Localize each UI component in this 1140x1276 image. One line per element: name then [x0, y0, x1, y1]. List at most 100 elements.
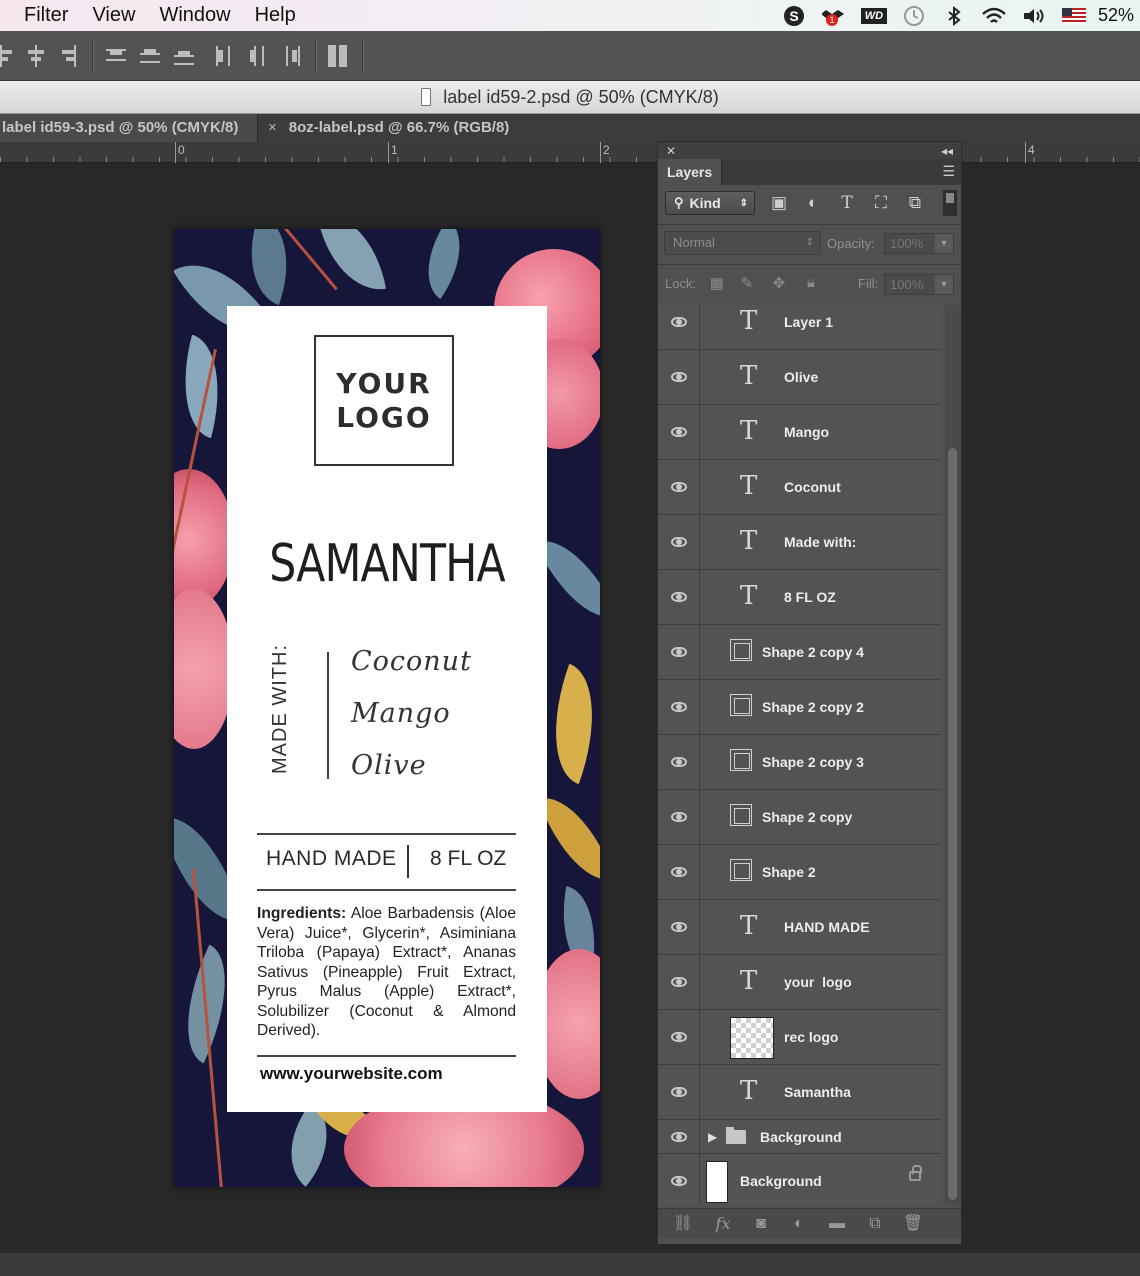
visibility-toggle[interactable] — [658, 790, 700, 844]
lock-all-icon[interactable]: 🔒︎ — [802, 274, 820, 292]
scrollbar-thumb[interactable] — [948, 448, 957, 1200]
website-text[interactable]: www.yourwebsite.com — [260, 1064, 443, 1084]
layer-row[interactable]: T Samantha — [658, 1065, 941, 1120]
distribute-hcenter-icon[interactable] — [246, 43, 270, 69]
lock-transparent-icon[interactable]: ▦ — [708, 274, 726, 292]
menu-help[interactable]: Help — [255, 4, 296, 27]
visibility-toggle[interactable] — [658, 735, 700, 789]
layer-row[interactable]: T HAND MADE — [658, 900, 941, 955]
visibility-toggle[interactable] — [658, 570, 700, 624]
layer-row[interactable]: Shape 2 copy — [658, 790, 941, 845]
time-machine-icon[interactable] — [894, 0, 934, 31]
layer-row[interactable]: Shape 2 copy 2 — [658, 680, 941, 735]
visibility-toggle[interactable] — [658, 845, 700, 899]
dropbox-icon[interactable]: 1 — [814, 0, 854, 31]
layer-row[interactable]: T Mango — [658, 405, 941, 460]
filter-kind-select[interactable]: ⚲ Kind ⇕ — [665, 191, 755, 215]
layer-row[interactable]: T Layer 1 — [658, 305, 941, 350]
visibility-toggle[interactable] — [658, 900, 700, 954]
lock-position-icon[interactable]: ✥ — [770, 274, 788, 292]
menu-filter[interactable]: Filter — [24, 4, 68, 27]
ingredient-olive[interactable]: Olive — [351, 750, 427, 781]
volume-icon[interactable] — [1014, 0, 1054, 31]
visibility-toggle[interactable] — [658, 515, 700, 569]
smart-object-filter-icon[interactable]: ⧉ — [904, 193, 926, 213]
us-flag-icon[interactable] — [1054, 0, 1094, 31]
layer-group-row[interactable]: ▶ Background — [658, 1120, 941, 1154]
brand-name[interactable]: SAMANTHA — [256, 534, 518, 594]
distribute-right-icon[interactable] — [280, 43, 304, 69]
layers-scrollbar[interactable] — [945, 305, 961, 1205]
new-group-icon[interactable]: ▬ — [826, 1215, 848, 1233]
bluetooth-icon[interactable] — [934, 0, 974, 31]
distribute-left-icon[interactable] — [212, 43, 236, 69]
auto-align-icon[interactable] — [326, 43, 350, 69]
made-with-label[interactable]: MADE WITH: — [269, 644, 292, 774]
layer-row[interactable]: T 8 FL OZ — [658, 570, 941, 625]
adjustment-filter-icon[interactable]: ◐ — [802, 193, 824, 213]
visibility-toggle[interactable] — [658, 1010, 700, 1064]
visibility-toggle[interactable] — [658, 1154, 700, 1205]
visibility-toggle[interactable] — [658, 1120, 700, 1153]
layer-row[interactable]: T Coconut — [658, 460, 941, 515]
ingredient-coconut[interactable]: Coconut — [351, 646, 472, 677]
distribute-vcenter-icon[interactable] — [138, 43, 162, 69]
align-left-icon[interactable] — [0, 43, 18, 69]
layer-row[interactable]: T Made with: — [658, 515, 941, 570]
wd-drive-icon[interactable]: WD — [854, 0, 894, 31]
layer-row[interactable]: Shape 2 copy 3 — [658, 735, 941, 790]
battery-percent[interactable]: 52% — [1098, 5, 1134, 26]
trash-icon[interactable]: 🗑︎ — [902, 1215, 924, 1233]
adjustment-layer-icon[interactable]: ◐ — [788, 1215, 810, 1233]
horizontal-ruler[interactable]: 0 1 2 4 — [0, 142, 1140, 163]
new-layer-icon[interactable]: ⧉ — [864, 1215, 886, 1233]
filter-toggle[interactable] — [943, 190, 957, 216]
ingredient-mango[interactable]: Mango — [351, 698, 451, 729]
align-right-icon[interactable] — [56, 43, 80, 69]
fx-icon[interactable]: fx — [712, 1215, 734, 1233]
chevron-down-icon[interactable]: ▼ — [935, 275, 953, 294]
distribute-bottom-icon[interactable] — [172, 43, 196, 69]
label-artwork[interactable]: YOUR LOGO SAMANTHA MADE WITH: Coconut Ma… — [174, 229, 600, 1187]
distribute-top-icon[interactable] — [104, 43, 128, 69]
opacity-input[interactable]: 100% ▼ — [884, 233, 954, 254]
tab-label-id59-3[interactable]: label id59-3.psd @ 50% (CMYK/8) — [0, 114, 258, 142]
layer-row[interactable]: Shape 2 — [658, 845, 941, 900]
menu-window[interactable]: Window — [159, 4, 230, 27]
visibility-toggle[interactable] — [658, 955, 700, 1009]
visibility-toggle[interactable] — [658, 350, 700, 404]
layer-row[interactable]: Shape 2 copy 4 — [658, 625, 941, 680]
ingredients-paragraph[interactable]: Ingredients: Aloe Barbadensis (Aloe Vera… — [257, 904, 516, 1041]
close-panel-icon[interactable]: ✕ — [666, 144, 676, 158]
pixel-filter-icon[interactable]: ▣ — [768, 193, 790, 213]
visibility-toggle[interactable] — [658, 680, 700, 734]
fill-input[interactable]: 100% ▼ — [884, 274, 954, 295]
visibility-toggle[interactable] — [658, 625, 700, 679]
type-filter-icon[interactable]: T — [836, 193, 858, 213]
logo-placeholder[interactable]: YOUR LOGO — [314, 335, 454, 466]
blend-mode-select[interactable]: Normal ⇕ — [664, 231, 821, 255]
expand-arrow-icon[interactable]: ▶ — [708, 1130, 717, 1144]
hand-made-text[interactable]: HAND MADE — [266, 847, 397, 871]
layer-row[interactable]: rec logo — [658, 1010, 941, 1065]
align-hcenter-icon[interactable] — [24, 43, 48, 69]
tab-8oz-label[interactable]: × 8oz-label.psd @ 66.7% (RGB/8) — [258, 114, 532, 142]
close-tab-icon[interactable]: × — [268, 119, 277, 136]
visibility-toggle[interactable] — [658, 1065, 700, 1119]
collapse-panel-icon[interactable]: ◂◂ — [941, 144, 953, 158]
layer-row[interactable]: Background — [658, 1154, 941, 1205]
chevron-down-icon[interactable]: ▼ — [935, 234, 953, 253]
add-mask-icon[interactable]: ◙ — [750, 1215, 772, 1233]
lock-pixels-icon[interactable]: ✎ — [738, 274, 756, 292]
size-text[interactable]: 8 FL OZ — [430, 847, 506, 871]
wifi-icon[interactable] — [974, 0, 1014, 31]
link-layers-icon[interactable]: ⛓ — [672, 1215, 694, 1233]
tab-layers[interactable]: Layers — [658, 159, 722, 185]
layer-row[interactable]: T Olive — [658, 350, 941, 405]
layer-row[interactable]: T your logo — [658, 955, 941, 1010]
visibility-toggle[interactable] — [658, 460, 700, 514]
panel-menu-icon[interactable]: ☰ — [942, 163, 955, 180]
menu-view[interactable]: View — [92, 4, 135, 27]
visibility-toggle[interactable] — [658, 405, 700, 459]
skype-icon[interactable]: S — [774, 0, 814, 31]
